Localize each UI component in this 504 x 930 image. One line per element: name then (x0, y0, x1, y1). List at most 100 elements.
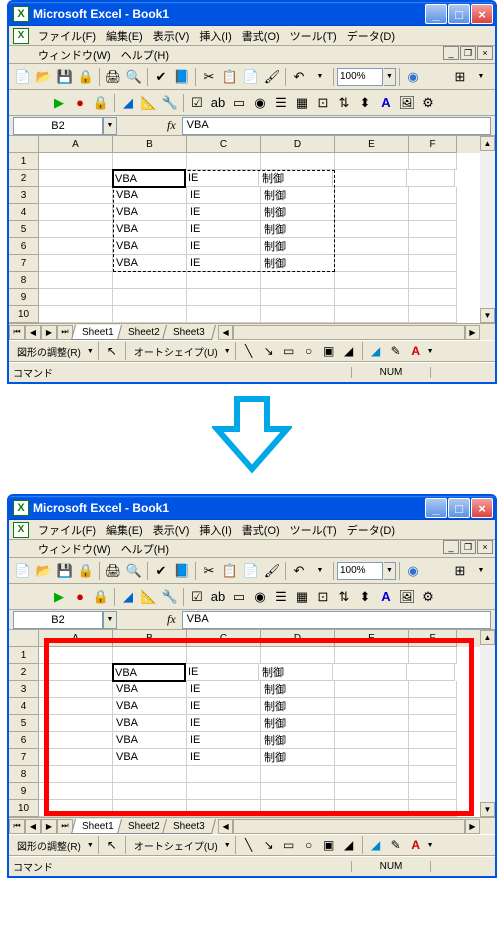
listbox-icon[interactable]: ☰ (271, 587, 291, 607)
menu-edit[interactable]: 編集(E) (101, 520, 148, 540)
cell[interactable] (335, 732, 409, 749)
cell[interactable] (407, 664, 455, 681)
cell[interactable] (335, 783, 409, 800)
toolbox-icon[interactable]: 🔧 (160, 93, 180, 113)
select-all-corner[interactable] (9, 136, 39, 153)
formula-bar[interactable]: VBA (182, 611, 491, 629)
name-box-dropdown[interactable]: ▼ (103, 117, 117, 135)
label-icon[interactable]: A (376, 587, 396, 607)
col-header-c[interactable]: C (187, 630, 261, 647)
menu-format[interactable]: 書式(O) (237, 26, 285, 46)
col-header-e[interactable]: E (335, 630, 409, 647)
checkbox-icon[interactable]: ☑ (187, 93, 207, 113)
font-color-icon[interactable]: A (407, 342, 425, 360)
toolbar-options-icon[interactable]: ▼ (471, 67, 491, 87)
fill-color-icon[interactable]: ◢ (367, 342, 385, 360)
new-icon[interactable]: 📄 (13, 561, 33, 581)
cell[interactable] (113, 272, 187, 289)
cell[interactable]: IE (187, 749, 261, 766)
cell[interactable]: 制御 (261, 238, 335, 255)
doc-restore-button[interactable]: ❐ (460, 540, 476, 554)
col-header-b[interactable]: B (113, 630, 187, 647)
button-icon[interactable]: ▭ (229, 587, 249, 607)
toggle-icon[interactable]: ⊡ (313, 587, 333, 607)
name-box[interactable]: B2 (13, 117, 103, 135)
draw-adjust[interactable]: 図形の調整(R) (13, 342, 85, 361)
cell[interactable] (113, 647, 187, 664)
cell[interactable] (409, 272, 457, 289)
format-painter-icon[interactable]: 🖌 (262, 67, 282, 87)
wordart-icon[interactable]: ◢ (340, 342, 358, 360)
image-icon[interactable]: 🖼 (397, 587, 417, 607)
spreadsheet-grid[interactable]: A B C D E F 12VBAIE制御3VBAIE制御4VBAIE制御5VB… (9, 136, 480, 323)
menu-insert[interactable]: 挿入(I) (194, 520, 236, 540)
spinner-icon[interactable]: ⇅ (334, 587, 354, 607)
row-header[interactable]: 9 (9, 289, 39, 306)
cell[interactable] (409, 800, 457, 817)
maximize-button[interactable]: □ (448, 498, 470, 518)
cell[interactable]: 制御 (261, 204, 335, 221)
cell[interactable] (335, 306, 409, 323)
cell[interactable]: VBA (113, 681, 187, 698)
zoom-dropdown[interactable]: ▼ (384, 68, 396, 86)
design-icon[interactable]: 📐 (139, 587, 159, 607)
draw-autoshape[interactable]: オートシェイプ(U) (130, 836, 222, 855)
more-icon[interactable]: ⚙ (418, 93, 438, 113)
cell[interactable]: 制御 (261, 187, 335, 204)
textbox-draw-icon[interactable]: ▣ (320, 342, 338, 360)
cell[interactable] (261, 647, 335, 664)
name-box-dropdown[interactable]: ▼ (103, 611, 117, 629)
cell[interactable]: IE (187, 715, 261, 732)
format-painter-icon[interactable]: 🖌 (262, 561, 282, 581)
cut-icon[interactable]: ✂ (199, 67, 219, 87)
line-color-icon[interactable]: ✎ (387, 836, 405, 854)
cell[interactable]: IE (187, 187, 261, 204)
scroll-right-button[interactable]: ▶ (465, 819, 480, 834)
cell[interactable] (335, 647, 409, 664)
cell[interactable] (261, 289, 335, 306)
cell[interactable]: 制御 (261, 255, 335, 272)
security-icon[interactable]: 🔒 (91, 587, 111, 607)
row-header[interactable]: 1 (9, 153, 39, 170)
listbox-icon[interactable]: ☰ (271, 93, 291, 113)
cell[interactable] (335, 698, 409, 715)
menu-insert[interactable]: 挿入(I) (194, 26, 236, 46)
fx-icon[interactable]: fx (167, 118, 176, 133)
cell[interactable] (409, 647, 457, 664)
cell[interactable]: 制御 (259, 664, 333, 681)
sheet-tab-3[interactable]: Sheet3 (162, 819, 216, 834)
doc-minimize-button[interactable]: _ (443, 46, 459, 60)
menu-view[interactable]: 表示(V) (148, 520, 195, 540)
spinner-icon[interactable]: ⇅ (334, 93, 354, 113)
row-header[interactable]: 2 (9, 170, 39, 187)
menu-edit[interactable]: 編集(E) (101, 26, 148, 46)
research-icon[interactable]: 📘 (172, 67, 192, 87)
cell[interactable] (409, 187, 457, 204)
oval-icon[interactable]: ○ (300, 836, 318, 854)
zoom-box[interactable]: 100% (337, 68, 383, 86)
doc-restore-button[interactable]: ❐ (460, 46, 476, 60)
cell[interactable] (39, 715, 113, 732)
cell[interactable] (39, 272, 113, 289)
menu-window[interactable]: ウィンドウ(W) (33, 45, 116, 65)
cell[interactable] (187, 153, 261, 170)
sheet-nav-first[interactable]: ⏮ (9, 819, 25, 834)
close-button[interactable]: × (471, 498, 493, 518)
cell[interactable] (335, 221, 409, 238)
line-icon[interactable]: ╲ (240, 836, 258, 854)
sheet-nav-next[interactable]: ▶ (41, 819, 57, 834)
textbox-draw-icon[interactable]: ▣ (320, 836, 338, 854)
cell[interactable] (261, 766, 335, 783)
cell[interactable] (335, 289, 409, 306)
scroll-right-button[interactable]: ▶ (465, 325, 480, 340)
new-icon[interactable]: 📄 (13, 67, 33, 87)
cell[interactable] (409, 153, 457, 170)
textbox-icon[interactable]: ab (208, 587, 228, 607)
cell[interactable] (39, 238, 113, 255)
cell[interactable] (39, 800, 113, 817)
row-header[interactable]: 9 (9, 783, 39, 800)
rectangle-icon[interactable]: ▭ (280, 836, 298, 854)
paste-icon[interactable]: 📄 (241, 561, 261, 581)
minimize-button[interactable]: _ (425, 498, 447, 518)
arrow-icon[interactable]: ↘ (260, 836, 278, 854)
